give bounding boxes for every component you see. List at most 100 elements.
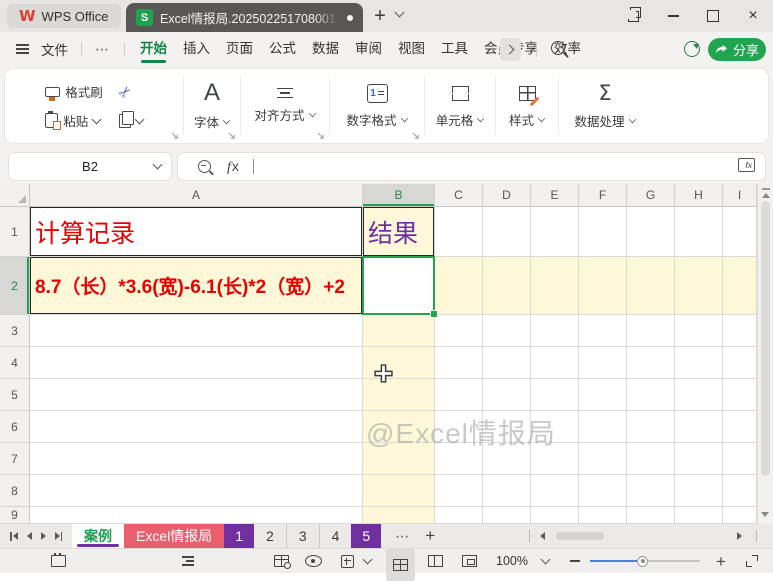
cell-C1[interactable] [435,207,483,257]
column-header-C[interactable]: C [435,184,483,207]
row-header-4[interactable]: 4 [0,347,30,379]
select-all-corner[interactable] [0,184,30,207]
dialog-launcher-icon[interactable] [412,132,420,140]
font-group-button[interactable]: A 字体 [184,69,240,143]
cell-D4[interactable] [483,347,531,379]
cell-A5[interactable] [30,379,363,411]
vertical-scrollbar[interactable] [757,184,773,524]
zoom-slider-thumb[interactable] [637,556,648,567]
add-sheet-button[interactable]: + [425,526,435,546]
last-sheet-button[interactable] [55,532,63,541]
cell-I3[interactable] [723,315,757,347]
sheet-tab-案例[interactable]: 案例 [72,524,124,548]
cell-H7[interactable] [675,443,723,475]
cut-button[interactable]: ✂ [119,82,143,101]
row-header-2[interactable]: 2 [0,257,30,315]
column-header-H[interactable]: H [675,184,723,207]
menu-item-数据[interactable]: 数据 [307,32,344,66]
cell-I4[interactable] [723,347,757,379]
menu-item-视图[interactable]: 视图 [393,32,430,66]
page-break-view-button[interactable] [456,549,482,573]
row-header-1[interactable]: 1 [0,207,30,257]
dialog-launcher-icon[interactable] [317,132,325,140]
cell-F8[interactable] [579,475,627,507]
cell-G8[interactable] [627,475,675,507]
cell-I1[interactable] [723,207,757,257]
cell-H8[interactable] [675,475,723,507]
zoom-in-button[interactable]: + [712,549,730,573]
hscroll-left-icon[interactable] [540,532,545,540]
next-sheet-button[interactable] [41,532,46,540]
expand-formula-bar-icon[interactable]: fx [738,158,755,172]
more-sheets-button[interactable]: ⋯ [395,528,411,545]
cell-A9[interactable] [30,507,363,524]
cell-G1[interactable] [627,207,675,257]
cell-F1[interactable] [579,207,627,257]
maximize-button[interactable] [693,0,733,32]
cell-C4[interactable] [435,347,483,379]
document-tab[interactable]: S Excel情报局.202502251708001 [126,3,363,32]
cell-A6[interactable] [30,411,363,443]
fullscreen-button[interactable] [740,549,764,573]
sheet-tab-Excel情报局[interactable]: Excel情报局 [124,524,224,548]
share-button[interactable]: 分享 [708,38,766,61]
cell-C9[interactable] [435,507,483,524]
column-header-G[interactable]: G [627,184,675,207]
column-header-I[interactable]: I [723,184,757,207]
cell-H9[interactable] [675,507,723,524]
normal-view-button[interactable] [386,549,415,581]
cell-C3[interactable] [435,315,483,347]
cell-B7[interactable] [363,443,435,475]
scroll-down-icon[interactable] [761,512,769,517]
cell-D5[interactable] [483,379,531,411]
menu-item-插入[interactable]: 插入 [178,32,215,66]
cell-I9[interactable] [723,507,757,524]
cell-I2[interactable] [723,257,757,315]
zoom-level[interactable]: 100% [492,549,532,573]
paste-button[interactable]: 粘贴 [45,111,103,130]
fill-handle[interactable] [430,310,438,318]
cell-A4[interactable] [30,347,363,379]
alignment-group-button[interactable]: 对齐方式 [241,69,329,143]
zoom-slider[interactable] [590,560,700,562]
cell-G2[interactable] [627,257,675,315]
cell-D3[interactable] [483,315,531,347]
cell-H2[interactable] [675,257,723,315]
cell-E6[interactable] [531,411,579,443]
menu-item-页面[interactable]: 页面 [221,32,258,66]
cell-A3[interactable] [30,315,363,347]
cell-H5[interactable] [675,379,723,411]
first-sheet-button[interactable] [10,532,18,541]
cell-H1[interactable] [675,207,723,257]
row-header-9[interactable]: 9 [0,507,30,524]
cell-B3[interactable] [363,315,435,347]
menu-item-工具[interactable]: 工具 [436,32,473,66]
cell-F9[interactable] [579,507,627,524]
page-layout-view-button[interactable] [422,549,448,573]
column-header-D[interactable]: D [483,184,531,207]
row-header-5[interactable]: 5 [0,379,30,411]
format-painter-button[interactable]: 格式刷 [45,82,103,101]
split-handle[interactable] [762,188,770,190]
cell-E9[interactable] [531,507,579,524]
wps-office-menu-button[interactable]: W WPS Office [7,4,121,28]
quick-access-more-button[interactable]: ⋯ [89,41,117,58]
macro-button[interactable] [46,549,70,573]
cell-A2[interactable]: 8.7（长）*3.6(宽)-6.1(长)*2（宽）+2 [30,257,363,315]
horizontal-scroll-thumb[interactable] [556,532,604,540]
hamburger-icon[interactable] [16,48,29,50]
cell-D1[interactable] [483,207,531,257]
sheet-tab-5[interactable]: 5 [351,524,381,548]
cell-F7[interactable] [579,443,627,475]
column-header-A[interactable]: A [30,184,363,207]
cell-E3[interactable] [531,315,579,347]
zoom-out-button[interactable] [566,549,584,573]
table-settings-button[interactable] [268,549,294,573]
row-header-8[interactable]: 8 [0,475,30,507]
cell-D2[interactable] [483,257,531,315]
cell-G5[interactable] [627,379,675,411]
center-view-chevron[interactable] [360,549,374,573]
cell-G7[interactable] [627,443,675,475]
sheet-tab-3[interactable]: 3 [287,524,320,548]
cell-F5[interactable] [579,379,627,411]
